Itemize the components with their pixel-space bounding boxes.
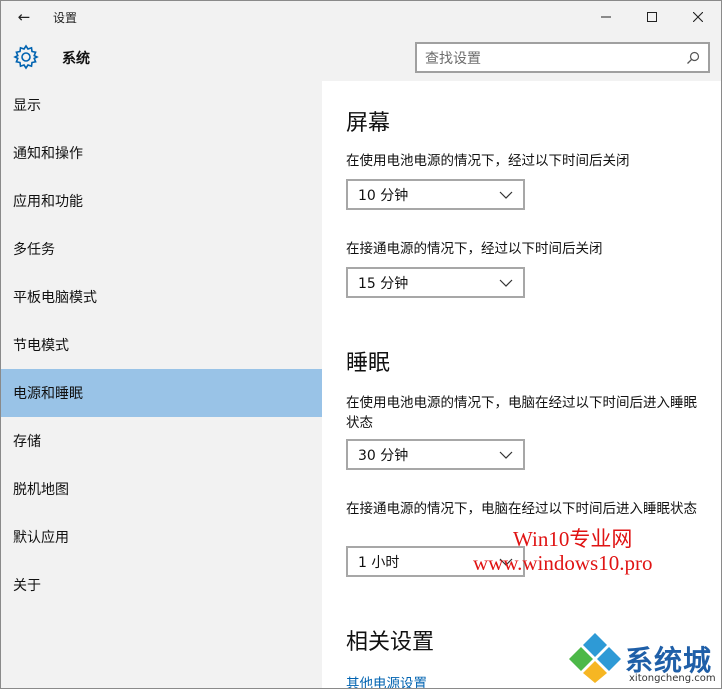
minimize-icon (601, 16, 611, 18)
maximize-icon (647, 12, 657, 22)
windows-logo-icon (569, 633, 621, 683)
sidebar-item-label: 存储 (13, 434, 41, 450)
sleep-heading: 睡眠 (346, 351, 391, 376)
sidebar-item-label: 默认应用 (13, 530, 69, 546)
sidebar-item-label: 平板电脑模式 (13, 290, 97, 306)
sidebar-item-label: 节电模式 (13, 338, 69, 354)
watermark-url-text: www.windows10.pro (473, 551, 653, 575)
sidebar-item-tablet-mode[interactable]: 平板电脑模式 (1, 273, 322, 321)
dropdown-value: 15 分钟 (358, 275, 409, 292)
settings-window: ← 设置 系统 查找设置 显示 通知和操作 应用和功能 多任务 平板电脑模式 节… (0, 0, 722, 689)
sidebar-nav: 显示 通知和操作 应用和功能 多任务 平板电脑模式 节电模式 电源和睡眠 存储 … (1, 81, 322, 609)
chevron-down-icon (499, 191, 513, 199)
sidebar-item-display[interactable]: 显示 (1, 81, 322, 129)
sidebar-item-storage[interactable]: 存储 (1, 417, 322, 465)
sleep-plugged-label: 在接通电源的情况下，电脑在经过以下时间后进入睡眠状态 (346, 501, 697, 517)
sidebar-item-label: 显示 (13, 98, 41, 114)
screen-plugged-label: 在接通电源的情况下，经过以下时间后关闭 (346, 241, 603, 257)
close-icon (693, 12, 703, 22)
sidebar-item-label: 脱机地图 (13, 482, 69, 498)
dropdown-value: 30 分钟 (358, 447, 409, 464)
sidebar-item-label: 关于 (13, 578, 41, 594)
chevron-down-icon (499, 451, 513, 459)
additional-power-settings-link[interactable]: 其他电源设置 (346, 672, 427, 688)
search-box[interactable]: 查找设置 (415, 42, 710, 73)
section-title: 系统 (62, 51, 90, 67)
sleep-battery-label: 在使用电池电源的情况下，电脑在经过以下时间后进入睡眠状态 (346, 395, 697, 431)
minimize-button[interactable] (583, 1, 629, 33)
screen-battery-dropdown[interactable]: 10 分钟 (346, 179, 525, 210)
maximize-button[interactable] (629, 1, 675, 33)
watermark-site: xitongcheng.com (629, 673, 716, 684)
sidebar-item-label: 电源和睡眠 (13, 386, 83, 402)
sidebar-item-battery-saver[interactable]: 节电模式 (1, 321, 322, 369)
title-bar: ← 设置 (1, 1, 721, 33)
window-title: 设置 (53, 10, 78, 25)
sidebar-item-about[interactable]: 关于 (1, 561, 322, 609)
sidebar-item-multitasking[interactable]: 多任务 (1, 225, 322, 273)
related-settings-heading: 相关设置 (346, 630, 435, 655)
search-input[interactable]: 查找设置 (425, 48, 686, 68)
sidebar-item-label: 应用和功能 (13, 194, 83, 210)
gear-icon (13, 44, 39, 70)
screen-heading: 屏幕 (346, 111, 391, 136)
sidebar-item-default-apps[interactable]: 默认应用 (1, 513, 322, 561)
main-content: 屏幕 在使用电池电源的情况下，经过以下时间后关闭 10 分钟 在接通电源的情况下… (322, 81, 721, 688)
sidebar-item-label: 通知和操作 (13, 146, 83, 162)
sidebar-item-apps[interactable]: 应用和功能 (1, 177, 322, 225)
screen-plugged-dropdown[interactable]: 15 分钟 (346, 267, 525, 298)
header-row: 系统 查找设置 (1, 33, 721, 81)
sidebar-item-label: 多任务 (13, 242, 55, 258)
sleep-battery-dropdown[interactable]: 30 分钟 (346, 439, 525, 470)
dropdown-value: 10 分钟 (358, 187, 409, 204)
window-controls (583, 1, 721, 33)
chevron-down-icon (499, 279, 513, 287)
sidebar-item-notifications[interactable]: 通知和操作 (1, 129, 322, 177)
screen-battery-label: 在使用电池电源的情况下，经过以下时间后关闭 (346, 153, 630, 169)
back-arrow-icon: ← (17, 8, 31, 26)
sidebar-item-offline-maps[interactable]: 脱机地图 (1, 465, 322, 513)
search-icon[interactable] (686, 51, 700, 65)
close-button[interactable] (675, 1, 721, 33)
back-button[interactable]: ← (1, 1, 47, 33)
sidebar-item-power-sleep[interactable]: 电源和睡眠 (1, 369, 322, 417)
watermark-text: Win10专业网 (513, 527, 633, 551)
